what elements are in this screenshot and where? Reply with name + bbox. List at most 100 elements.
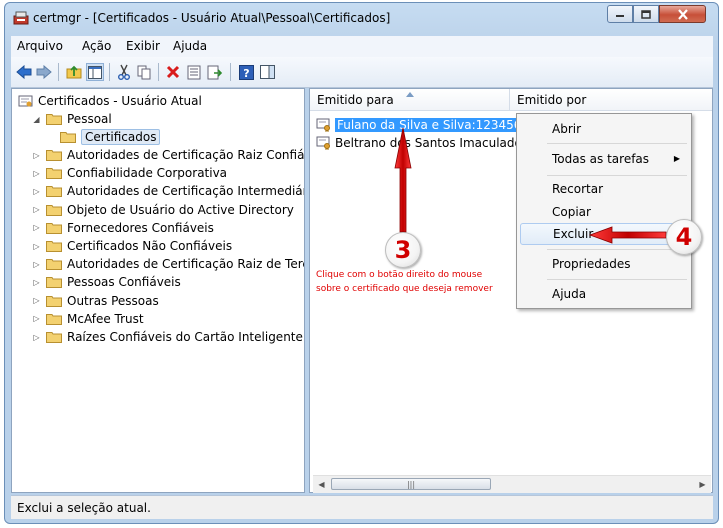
action-pane-button[interactable] [258, 63, 276, 81]
certificate-store-icon [18, 95, 33, 107]
tree-label-pessoal: Pessoal [67, 112, 112, 126]
menu-item-todas-as-tarefas[interactable]: Todas as tarefas ▶ [520, 148, 688, 170]
folder-icon [46, 332, 62, 343]
expand-triangle-icon[interactable]: ▷ [32, 242, 41, 251]
tree-label-folder: Raízes Confiáveis do Cartão Inteligente [67, 330, 303, 344]
properties-icon [187, 65, 201, 79]
up-folder-button[interactable] [65, 63, 83, 81]
column-label-emitido-por: Emitido por [517, 93, 587, 107]
tree-item-folder[interactable]: ▷ Autoridades de Certificação Raiz de Ter… [32, 255, 304, 273]
tree-item-folder[interactable]: ▷ Confiabilidade Corporativa [32, 164, 227, 182]
close-icon [677, 8, 688, 20]
expand-triangle-icon[interactable]: ▷ [32, 333, 41, 342]
toolbar: ? [11, 57, 713, 88]
export-list-button[interactable] [206, 63, 224, 81]
menu-item-label: Abrir [552, 122, 582, 136]
tree-label-folder: Confiabilidade Corporativa [67, 166, 228, 181]
folder-icon [46, 204, 62, 216]
column-header-emitido-para[interactable]: Emitido para [310, 89, 510, 111]
scroll-left-icon: ◀ [318, 480, 325, 489]
expand-triangle-icon[interactable]: ▷ [32, 260, 41, 269]
show-hide-tree-icon [88, 65, 102, 79]
list-row-label: Beltrano dos Santos Imaculados.. [335, 136, 536, 150]
window-title: certmgr - [Certificados - Usuário Atual\… [33, 11, 391, 25]
tree-label-root: Certificados - Usuário Atual [38, 94, 202, 108]
help-button[interactable]: ? [237, 63, 255, 81]
menu-item-label: Ajuda [552, 287, 587, 301]
close-button[interactable] [659, 5, 706, 23]
scroll-right-button[interactable]: ▶ [694, 476, 711, 493]
forward-button[interactable] [35, 63, 53, 81]
list-row-fulano[interactable]: Fulano da Silva e Silva:12345678.. [316, 116, 547, 134]
menu-ajuda[interactable]: Ajuda [173, 39, 207, 53]
menu-item-label: Propriedades [552, 257, 631, 271]
expand-triangle-icon[interactable]: ▷ [32, 314, 41, 323]
tree-item-folder[interactable]: ▷ Outras Pessoas [32, 292, 159, 310]
tree-item-folder[interactable]: ▷ McAfee Trust [32, 310, 143, 328]
menu-arquivo[interactable]: Arquivo [17, 39, 63, 53]
sort-ascending-icon [406, 92, 414, 97]
tree-item-folder[interactable]: ▷ Raízes Confiáveis do Cartão Inteligente [32, 328, 303, 346]
submenu-arrow-icon: ▶ [673, 154, 680, 163]
expand-triangle-icon[interactable]: ▷ [32, 151, 41, 160]
expand-triangle-icon[interactable]: ▷ [32, 296, 41, 305]
expand-triangle-icon[interactable]: ▷ [32, 205, 41, 214]
menu-item-propriedades[interactable]: Propriedades [520, 253, 688, 275]
help-icon: ? [238, 64, 254, 80]
menu-acao[interactable]: Ação [82, 39, 111, 53]
tree-item-folder[interactable]: ▷ Pessoas Confiáveis [32, 273, 180, 291]
menu-item-abrir[interactable]: Abrir [520, 118, 688, 140]
instruction-text-line2: sobre o certificado que deseja remover [316, 284, 493, 294]
tree-item-certificados[interactable]: Certificados [60, 128, 161, 146]
copy-button[interactable] [135, 63, 153, 81]
tree-label-folder: Autoridades de Certificação Raiz de Terc… [67, 257, 304, 272]
minimize-button[interactable] [607, 5, 633, 23]
menu-item-recortar[interactable]: Recortar [520, 178, 688, 200]
menu-item-ajuda[interactable]: Ajuda [520, 283, 688, 305]
tree-item-folder[interactable]: ▷ Certificados Não Confiáveis [32, 237, 232, 255]
cut-button[interactable] [115, 63, 133, 81]
tree-label-folder: Autoridades de Certificação Intermediári… [67, 184, 305, 199]
step-4-badge: 4 [666, 219, 702, 255]
expand-triangle-icon[interactable]: ▷ [32, 278, 41, 287]
folder-icon [46, 186, 62, 198]
expand-triangle-icon[interactable]: ▷ [32, 169, 41, 178]
folder-icon [46, 222, 62, 234]
menu-item-label: Copiar [552, 205, 591, 219]
tree-item-folder[interactable]: ▷ Autoridades de Certificação Intermediár… [32, 182, 305, 200]
export-list-icon [207, 65, 223, 79]
folder-icon [46, 277, 62, 289]
copy-icon [137, 65, 150, 79]
scroll-left-button[interactable]: ◀ [313, 476, 330, 493]
folder-icon [46, 295, 62, 307]
column-header-emitido-por[interactable]: Emitido por [510, 89, 712, 111]
expand-triangle-icon[interactable]: ▷ [32, 187, 41, 196]
menu-item-label: Recortar [552, 182, 604, 196]
folder-icon [60, 132, 76, 143]
scroll-thumb[interactable]: ||| [331, 478, 491, 490]
back-button[interactable] [15, 63, 33, 81]
show-hide-tree-button[interactable] [86, 63, 104, 81]
menu-exibir[interactable]: Exibir [126, 39, 160, 53]
expand-triangle-icon[interactable]: ▷ [32, 223, 41, 232]
forward-arrow-icon [36, 65, 52, 79]
tree-item-folder[interactable]: ▷ Objeto de Usuário do Active Directory [32, 201, 293, 219]
properties-button[interactable] [185, 63, 203, 81]
certmgr-app-icon [13, 11, 29, 25]
up-folder-icon [66, 65, 82, 79]
maximize-icon [641, 9, 651, 19]
list-row-beltrano[interactable]: Beltrano dos Santos Imaculados.. [316, 134, 536, 152]
menu-item-copiar[interactable]: Copiar [520, 201, 688, 223]
tree-item-pessoal[interactable]: ◢ Pessoal [32, 110, 112, 128]
delete-button[interactable] [164, 63, 182, 81]
menu-item-excluir[interactable]: Excluir [520, 223, 688, 245]
collapse-triangle-icon[interactable]: ◢ [32, 115, 41, 124]
back-arrow-icon [16, 65, 32, 79]
horizontal-scrollbar[interactable]: ◀ ||| ▶ [313, 475, 711, 493]
tree-item-folder[interactable]: ▷ Fornecedores Confiáveis [32, 219, 213, 237]
maximize-button[interactable] [633, 5, 659, 23]
tree-label-folder: Outras Pessoas [67, 293, 159, 308]
status-bar: Exclui a seleção atual. [11, 495, 713, 519]
tree-item-folder[interactable]: ▷ Autoridades de Certificação Raiz Confiá… [32, 146, 304, 164]
tree-root[interactable]: Certificados - Usuário Atual [18, 92, 202, 110]
